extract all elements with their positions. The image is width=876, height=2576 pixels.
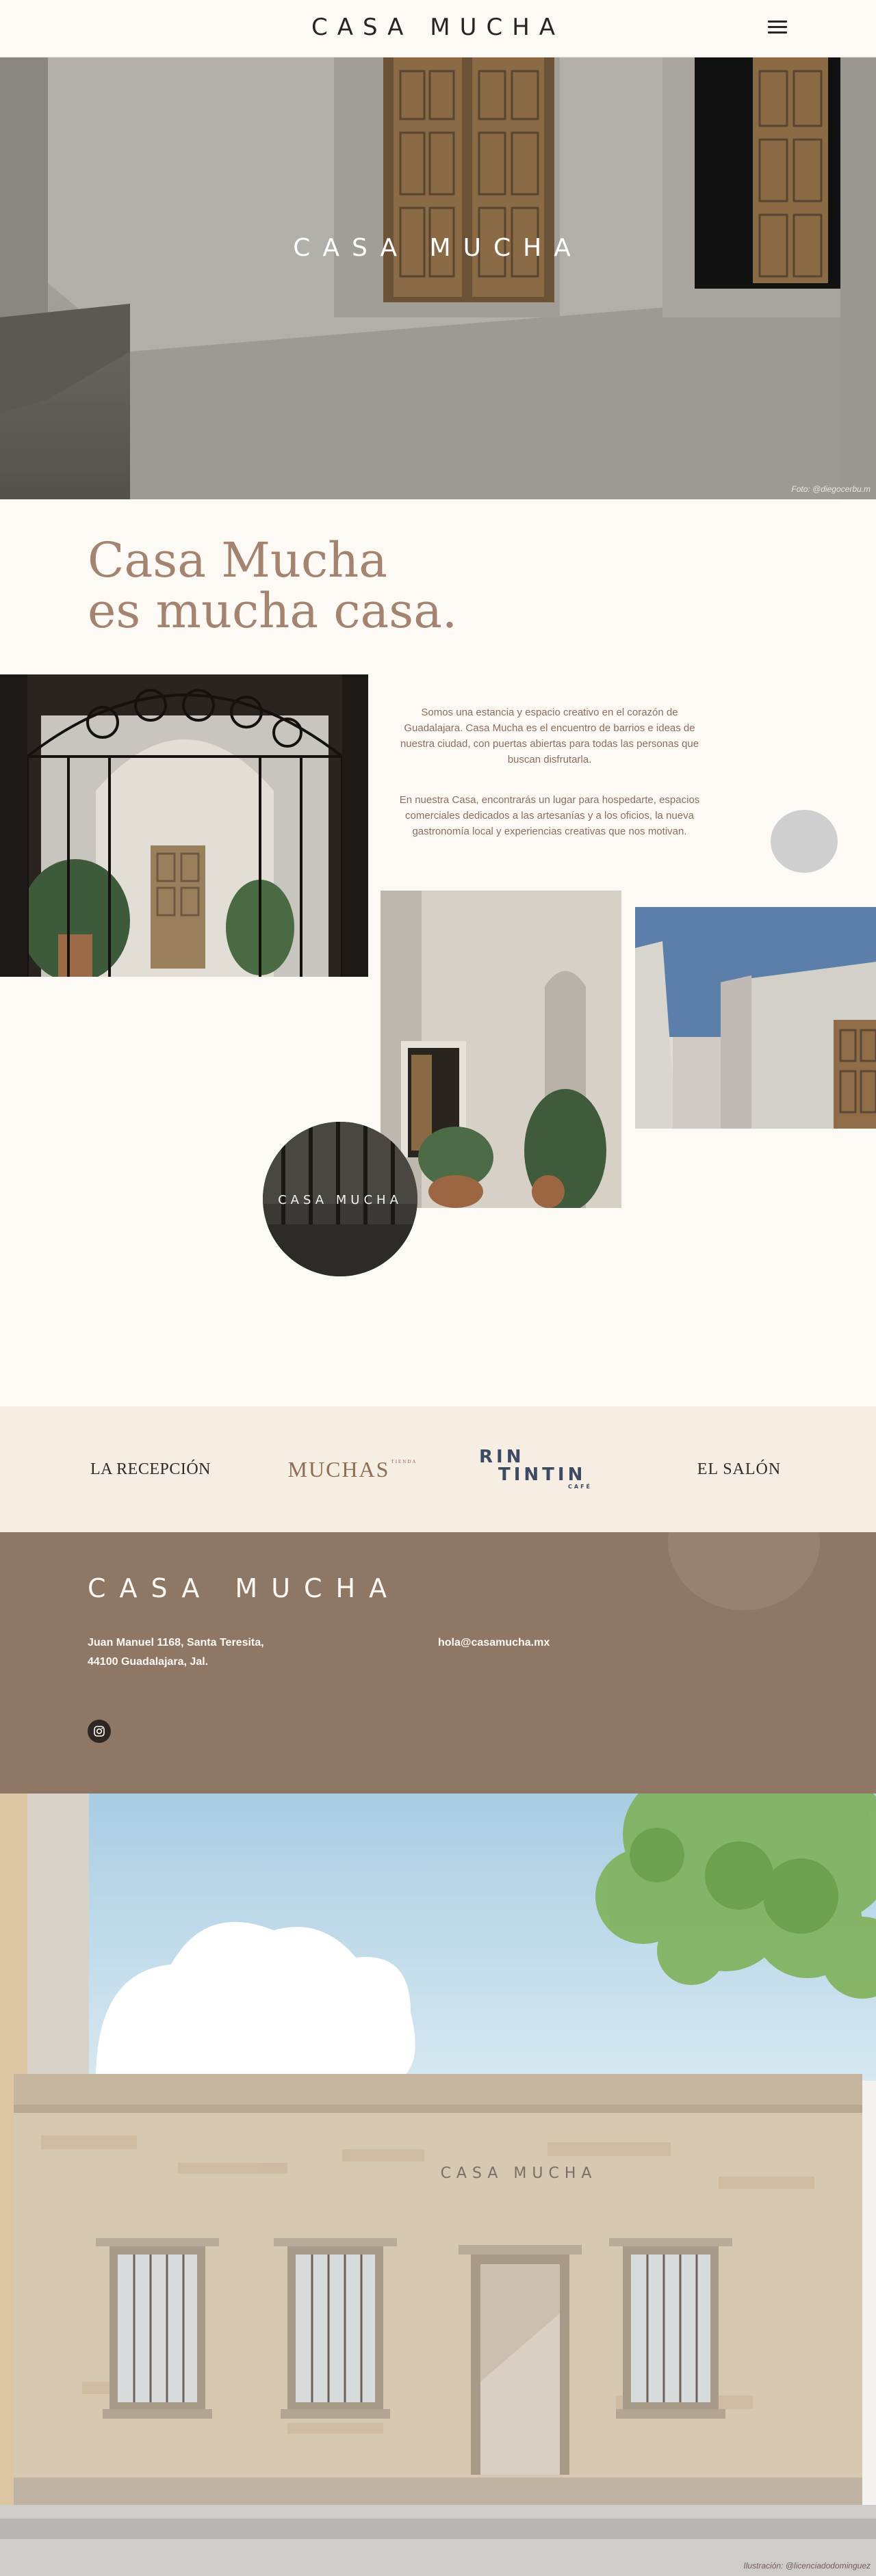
- rooftop-facade-photo: [635, 907, 876, 1129]
- decorative-blob-grey: [771, 810, 838, 873]
- hero-photo-credit: Foto: @diegocerbu.m: [791, 484, 871, 494]
- brand-muchas[interactable]: MUCHAS TIENDA: [281, 1406, 424, 1532]
- header-logo[interactable]: CASA MUCHA: [0, 14, 876, 41]
- intro-paragraph-1: Somos una estancia y espacio creativo en…: [400, 707, 699, 765]
- intro-heading-line1: Casa Mucha: [88, 532, 387, 588]
- site-footer: CASA MUCHA Juan Manuel 1168, Santa Teres…: [0, 1532, 876, 1793]
- intro-paragraph-2: En nuestra Casa, encontrarás un lugar pa…: [399, 794, 700, 837]
- footer-address: Juan Manuel 1168, Santa Teresita, 44100 …: [88, 1633, 264, 1672]
- facade-sign-text: CASA MUCHA: [441, 2165, 597, 2182]
- round-sign-photo: CASA MUCHA: [263, 1122, 417, 1276]
- footer-logo[interactable]: CASA MUCHA: [88, 1573, 400, 1603]
- courtyard-gate-photo: [0, 674, 368, 977]
- intro-heading: Casa Mucha es mucha casa.: [88, 535, 457, 636]
- footer-email-link[interactable]: hola@casamucha.mx: [438, 1633, 550, 1653]
- brand-la-recepcion-label: LA RECEPCIÓN: [90, 1460, 211, 1478]
- brand-rintintin-line2: TINTIN: [498, 1464, 587, 1485]
- intro-text: Somos una estancia y espacio creativo en…: [396, 705, 704, 864]
- hero-photo: [0, 57, 876, 499]
- hero-section: CASA MUCHA Foto: @diegocerbu.m: [0, 57, 876, 499]
- facade-watercolor: CASA MUCHA: [0, 1793, 876, 2576]
- hamburger-menu-icon[interactable]: [768, 21, 787, 36]
- intro-heading-line2: es mucha casa.: [88, 583, 458, 639]
- brand-muchas-label: MUCHAS: [287, 1456, 390, 1482]
- hero-title: CASA MUCHA: [293, 234, 583, 262]
- brands-band: LA RECEPCIÓN MUCHAS TIENDA RIN TINTIN CA…: [0, 1406, 876, 1532]
- footer-address-line2: 44100 Guadalajara, Jal.: [88, 1656, 209, 1668]
- footer-address-line1: Juan Manuel 1168, Santa Teresita,: [88, 1637, 264, 1648]
- brand-la-recepcion[interactable]: LA RECEPCIÓN: [75, 1406, 226, 1532]
- brand-el-salon[interactable]: EL SALÓN: [671, 1406, 808, 1532]
- facade-illustration: CASA MUCHA Ilustración: @licenciadodomin…: [0, 1793, 876, 2576]
- site-header: CASA MUCHA: [0, 0, 876, 57]
- brand-el-salon-label: EL SALÓN: [697, 1460, 782, 1478]
- instagram-icon[interactable]: [88, 1720, 111, 1743]
- round-sign-text: CASA MUCHA: [278, 1193, 402, 1207]
- illustration-credit: Ilustración: @licenciadodominguez: [743, 2561, 871, 2571]
- brand-rintintin-cafe: CAFÉ: [568, 1484, 592, 1490]
- brand-muchas-small: TIENDA: [391, 1459, 417, 1464]
- doorway-plants-photo: [381, 891, 621, 1208]
- brand-rintintin-line1: RIN: [479, 1447, 525, 1467]
- decorative-blob-footer: [668, 1532, 820, 1610]
- brand-rin-tintin[interactable]: RIN TINTIN CAFÉ: [479, 1406, 623, 1532]
